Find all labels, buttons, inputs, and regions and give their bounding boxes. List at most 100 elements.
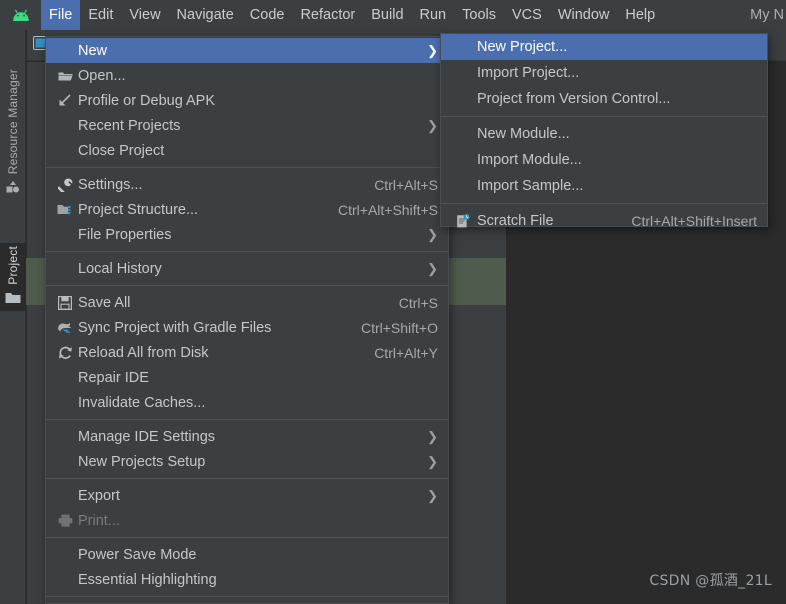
menu-item-local-history[interactable]: Local History ❯ xyxy=(46,256,448,281)
menu-item-project-from-version-control[interactable]: Project from Version Control... xyxy=(441,86,767,112)
menu-item-label: File Properties xyxy=(78,226,172,243)
menu-item-project-structure[interactable]: Project Structure... Ctrl+Alt+Shift+S xyxy=(46,197,448,222)
profile-debug-apk-icon xyxy=(52,94,78,107)
menu-item-sync-project-with-gradle-files[interactable]: Sync Project with Gradle Files Ctrl+Shift… xyxy=(46,315,448,340)
menu-item-export[interactable]: Export ❯ xyxy=(46,483,448,508)
new-submenu-popup[interactable]: New Project... Import Project... Project f… xyxy=(440,33,768,229)
menu-item-reload-all-from-disk[interactable]: Reload All from Disk Ctrl+Alt+Y xyxy=(46,340,448,365)
menu-bar-items: File Edit View Navigate Code Refactor Build Run… xyxy=(41,0,663,30)
menu-item-file-properties[interactable]: File Properties ❯ xyxy=(46,222,448,247)
menu-item-shortcut: Ctrl+Alt+Shift+Insert xyxy=(631,213,757,229)
menu-bar-item-help[interactable]: Help xyxy=(617,0,663,30)
menu-bar-item-label: Refactor xyxy=(300,7,356,23)
menu-bar-item-tools[interactable]: Tools xyxy=(454,0,504,30)
menu-item-repair-ide[interactable]: Repair IDE xyxy=(46,365,448,390)
menu-item-print[interactable]: Print... xyxy=(46,508,448,533)
menu-item-import-module[interactable]: Import Module... xyxy=(441,147,767,173)
menu-item-open[interactable]: Open... xyxy=(46,63,448,88)
open-folder-icon xyxy=(52,70,78,82)
menu-item-profile-or-debug-apk[interactable]: Profile or Debug APK xyxy=(46,88,448,113)
menu-item-settings[interactable]: Settings... Ctrl+Alt+S xyxy=(46,172,448,197)
menu-bar-item-label: VCS xyxy=(511,7,542,23)
menu-item-shortcut: Ctrl+Alt+S xyxy=(374,176,438,193)
menu-separator xyxy=(46,251,448,252)
menu-item-label: Profile or Debug APK xyxy=(78,92,216,109)
menu-item-recent-projects[interactable]: Recent Projects ❯ xyxy=(46,113,448,138)
sidebar-item-label: Project xyxy=(6,246,20,285)
menu-bar-item-code[interactable]: Code xyxy=(242,0,293,30)
menu-item-power-save-mode[interactable]: Power Save Mode xyxy=(46,542,448,567)
chevron-right-icon: ❯ xyxy=(427,43,438,58)
sidebar-item-resource-manager[interactable]: Resource Manager xyxy=(0,66,26,198)
menu-item-label: Close Project xyxy=(78,142,165,159)
menu-item-new-module[interactable]: New Module... xyxy=(441,121,767,147)
menu-item-essential-highlighting[interactable]: Essential Highlighting xyxy=(46,567,448,592)
chevron-right-icon: ❯ xyxy=(427,261,438,276)
menu-item-new[interactable]: New ❯ xyxy=(46,38,448,63)
menu-item-label: Power Save Mode xyxy=(78,546,197,563)
menu-item-label: Invalidate Caches... xyxy=(78,394,206,411)
watermark-text: CSDN @孤酒_21L xyxy=(649,573,772,589)
menu-separator xyxy=(46,596,448,597)
menu-bar-item-build[interactable]: Build xyxy=(363,0,411,30)
menu-item-new-projects-setup[interactable]: New Projects Setup ❯ xyxy=(46,449,448,474)
menu-item-shortcut: Ctrl+Shift+O xyxy=(360,319,438,336)
menu-item-label: New Projects Setup xyxy=(78,453,206,470)
menu-item-invalidate-caches[interactable]: Invalidate Caches... xyxy=(46,390,448,415)
menu-item-close-project[interactable]: Close Project xyxy=(46,138,448,163)
android-studio-logo xyxy=(0,0,41,30)
menu-item-label: Save All xyxy=(78,294,131,311)
menu-separator xyxy=(46,478,448,479)
menu-separator xyxy=(46,285,448,286)
window-title-text: My N xyxy=(750,7,784,23)
menu-item-label: Open... xyxy=(78,67,126,84)
sidebar-item-project[interactable]: Project xyxy=(0,243,26,311)
menu-item-save-all[interactable]: Save All Ctrl+S xyxy=(46,290,448,315)
menu-item-label: Essential Highlighting xyxy=(78,571,217,588)
menu-item-label: Export xyxy=(78,487,120,504)
selected-tree-row-highlight-right xyxy=(446,258,506,305)
chevron-right-icon: ❯ xyxy=(427,118,438,133)
menu-bar-item-edit[interactable]: Edit xyxy=(80,0,121,30)
menu-item-new-project[interactable]: New Project... xyxy=(441,34,767,60)
file-menu-popup[interactable]: New ❯ Open... Profile or Debug APK Recent Pr… xyxy=(45,36,449,604)
android-logo-icon xyxy=(11,9,31,22)
printer-icon xyxy=(52,514,78,527)
project-structure-icon xyxy=(52,203,78,216)
menu-bar-item-navigate[interactable]: Navigate xyxy=(169,0,242,30)
menu-bar-item-refactor[interactable]: Refactor xyxy=(292,0,363,30)
menu-item-label: Local History xyxy=(78,260,162,277)
menu-item-label: Scratch File xyxy=(477,213,554,229)
menu-bar-item-run[interactable]: Run xyxy=(412,0,455,30)
sidebar-item-label: Resource Manager xyxy=(6,69,20,175)
menu-item-import-sample[interactable]: Import Sample... xyxy=(441,173,767,199)
menu-bar-item-view[interactable]: View xyxy=(121,0,168,30)
menu-separator xyxy=(441,203,767,204)
menu-item-label: Recent Projects xyxy=(78,117,181,134)
menu-item-shortcut: Ctrl+Alt+Y xyxy=(374,344,438,361)
menu-bar-item-vcs[interactable]: VCS xyxy=(504,0,550,30)
menu-bar-item-label: Tools xyxy=(462,7,496,23)
menu-separator xyxy=(46,167,448,168)
shapes-icon xyxy=(6,181,20,196)
scratch-file-icon xyxy=(447,213,477,229)
menu-item-scratch-file[interactable]: Scratch File Ctrl+Alt+Shift+Insert xyxy=(441,208,767,234)
menu-item-label: Manage IDE Settings xyxy=(78,428,216,445)
menu-bar-item-label: Help xyxy=(625,7,656,23)
wrench-icon xyxy=(52,178,78,192)
menu-item-manage-ide-settings[interactable]: Manage IDE Settings ❯ xyxy=(46,424,448,449)
chevron-right-icon: ❯ xyxy=(427,227,438,242)
menu-bar-item-label: View xyxy=(129,7,161,23)
menu-bar-item-label: Code xyxy=(249,7,285,23)
menu-bar-item-label: Build xyxy=(371,7,404,23)
menu-bar-item-file[interactable]: File xyxy=(41,0,81,30)
menu-item-label: New Project... xyxy=(477,39,568,55)
menu-item-label: Settings... xyxy=(78,176,143,193)
menu-item-import-project[interactable]: Import Project... xyxy=(441,60,767,86)
menu-bar-item-window[interactable]: Window xyxy=(550,0,618,30)
menu-item-label: Project Structure... xyxy=(78,201,199,218)
sync-gradle-icon xyxy=(52,321,78,334)
editor-background xyxy=(506,226,786,604)
left-tool-strip: Resource Manager Project xyxy=(0,30,26,604)
menu-item-label: Repair IDE xyxy=(78,369,149,386)
